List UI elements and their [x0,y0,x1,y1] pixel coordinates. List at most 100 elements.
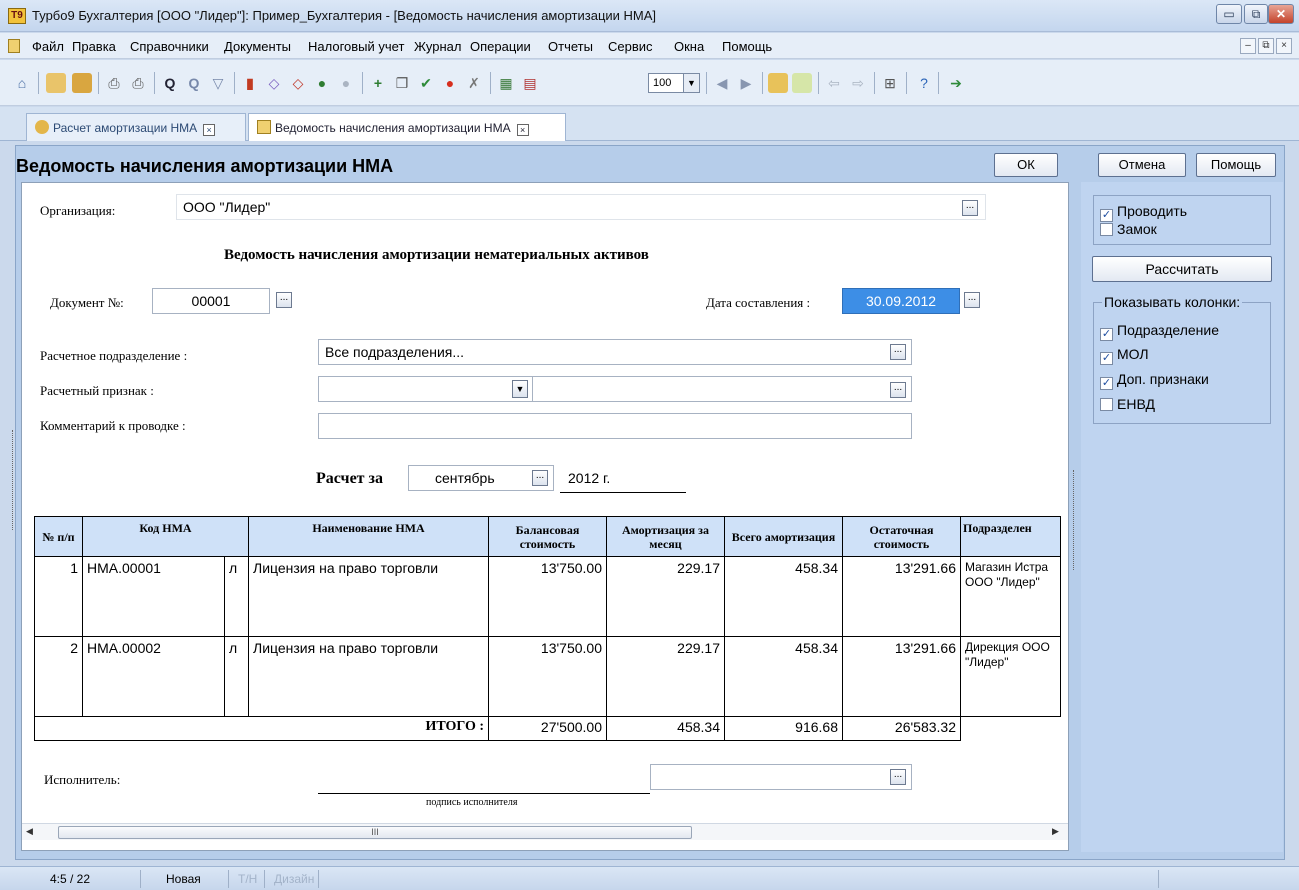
date-field[interactable]: 30.09.2012 [842,288,960,314]
menu-journal[interactable]: Журнал [414,39,461,54]
executor-field[interactable] [650,764,912,790]
table-row[interactable]: 2 НМА.00002 л Лицензия на право торговли… [34,636,1061,717]
nav-back-icon[interactable]: ◀ [712,73,732,93]
calculator-icon[interactable]: ▦ [496,73,516,93]
cell-monthly[interactable]: 229.17 [606,636,725,717]
copy-doc-icon[interactable]: ❐ [392,73,412,93]
cell-department[interactable]: Дирекция ООО "Лидер" [960,636,1061,717]
header-balance[interactable]: Балансовая стоимость [488,516,607,557]
cell-flag[interactable]: л [224,636,249,717]
column-extra-checkbox[interactable]: ✓ Доп. признаки [1100,371,1209,390]
calculate-button[interactable]: Рассчитать [1092,256,1272,282]
checkbox-unchecked-icon[interactable] [1100,398,1113,411]
post-checkbox[interactable]: ✓ Проводить [1100,203,1187,222]
scroll-left-arrow[interactable]: ◀ [26,826,33,837]
delete-icon[interactable]: ✗ [464,73,484,93]
column-envd-checkbox[interactable]: ЕНВД [1100,396,1155,412]
menu-documents[interactable]: Документы [224,39,291,54]
calendar-icon[interactable]: ▤ [520,73,540,93]
disabled-icon[interactable]: ● [336,73,356,93]
header-code[interactable]: Код НМА [82,516,249,557]
cell-monthly[interactable]: 229.17 [606,556,725,637]
copy-icon[interactable] [46,73,66,93]
menu-operations[interactable]: Операции [470,39,531,54]
header-num[interactable]: № п/п [34,516,83,557]
ok-button[interactable]: ОК [994,153,1058,177]
department-select-button[interactable]: ... [890,344,906,360]
search-icon[interactable]: Q [160,73,180,93]
menu-file[interactable]: Файл [32,39,64,54]
checkbox-unchecked-icon[interactable] [1100,223,1113,236]
mdi-minimize-button[interactable]: – [1240,38,1256,54]
doc-number-field[interactable]: 00001 [152,288,270,314]
find-next-icon[interactable]: Q [184,73,204,93]
cell-code[interactable]: НМА.00002 [82,636,225,717]
comment-field[interactable] [318,413,912,439]
period-select-button[interactable]: ... [532,470,548,486]
menu-service[interactable]: Сервис [608,39,653,54]
tab-depreciation-statement[interactable]: Ведомость начисления амортизации НМА × [248,113,566,141]
print-preview-icon[interactable]: ⎙ [128,73,148,93]
folder-icon[interactable] [768,73,788,93]
organization-select-button[interactable]: ... [962,200,978,216]
tag-remove-icon[interactable]: ◇ [288,73,308,93]
menu-edit[interactable]: Правка [72,39,116,54]
cell-flag[interactable]: л [224,556,249,637]
checkbox-checked-icon[interactable]: ✓ [1100,377,1113,390]
header-name[interactable]: Наименование НМА [248,516,489,557]
attach-icon[interactable]: ● [312,73,332,93]
department-field[interactable]: Все подразделения... [318,339,912,365]
minimize-button[interactable]: ▭ [1216,4,1242,24]
sign-field[interactable] [318,376,912,402]
doc-number-select-button[interactable]: ... [276,292,292,308]
mdi-restore-button[interactable]: ⧉ [1258,38,1274,54]
menu-help[interactable]: Помощь [722,39,772,54]
organization-field[interactable]: ООО "Лидер" [176,194,986,220]
check-icon[interactable]: ✔ [416,73,436,93]
menu-tax[interactable]: Налоговый учет [308,39,404,54]
close-icon[interactable]: × [516,124,529,136]
cell-total[interactable]: 458.34 [724,556,843,637]
panel-splitter[interactable] [1073,470,1076,570]
scroll-right-arrow[interactable]: ▶ [1052,826,1059,837]
header-monthly[interactable]: Амортизация за месяц [606,516,725,557]
tab-depreciation-calc[interactable]: Расчет амортизации НМА × [26,113,246,141]
header-total[interactable]: Всего амортизация [724,516,843,557]
filter-icon[interactable]: ▽ [208,73,228,93]
tag-icon[interactable]: ◇ [264,73,284,93]
cell-department[interactable]: Магазин Истра ООО "Лидер" [960,556,1061,637]
exit-icon[interactable]: ➔ [946,73,966,93]
help-icon[interactable]: ? [914,73,934,93]
checkbox-checked-icon[interactable]: ✓ [1100,352,1113,365]
cell-num[interactable]: 1 [34,556,83,637]
header-residual[interactable]: Остаточная стоимость [842,516,961,557]
cell-code[interactable]: НМА.00001 [82,556,225,637]
scrollbar-thumb[interactable]: III [58,826,692,839]
stop-icon[interactable]: ● [440,73,460,93]
menu-reports[interactable]: Отчеты [548,39,593,54]
help-button[interactable]: Помощь [1196,153,1276,177]
close-button[interactable]: ✕ [1268,4,1294,24]
maximize-button[interactable]: ⧉ [1244,4,1268,24]
cell-num[interactable]: 2 [34,636,83,717]
cell-residual[interactable]: 13'291.66 [842,556,961,637]
document-icon[interactable] [8,39,20,53]
zoom-select[interactable]: 100 ▼ [648,73,700,93]
horizontal-scrollbar[interactable]: ◀ III ▶ [22,823,1068,840]
close-icon[interactable]: × [203,124,216,136]
sign-select-button[interactable]: ... [890,382,906,398]
cell-total[interactable]: 458.34 [724,636,843,717]
cell-name[interactable]: Лицензия на право торговли [248,556,489,637]
cell-name[interactable]: Лицензия на право торговли [248,636,489,717]
chevron-down-icon[interactable]: ▼ [683,74,699,92]
add-icon[interactable]: + [368,73,388,93]
note-icon[interactable] [792,73,812,93]
executor-select-button[interactable]: ... [890,769,906,785]
mdi-close-button[interactable]: × [1276,38,1292,54]
home-icon[interactable]: ⌂ [12,73,32,93]
column-mol-checkbox[interactable]: ✓ МОЛ [1100,346,1149,365]
chart-icon[interactable]: ▮ [240,73,260,93]
cancel-button[interactable]: Отмена [1098,153,1186,177]
print-icon[interactable]: ⎙ [104,73,124,93]
left-splitter[interactable] [12,430,15,530]
